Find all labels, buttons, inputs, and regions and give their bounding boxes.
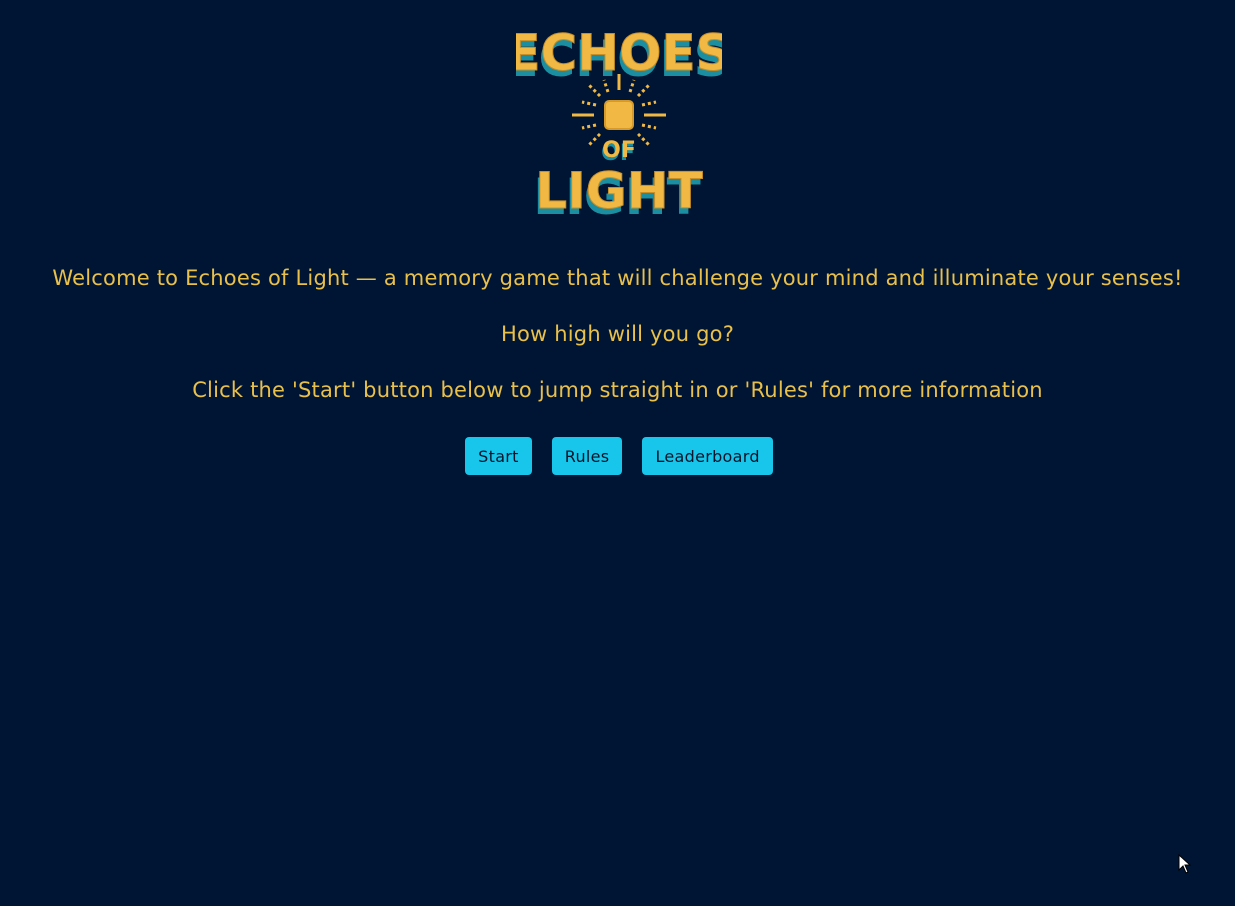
instruction-text: Click the 'Start' button below to jump s…	[192, 378, 1043, 402]
logo-of-text: OF	[602, 138, 636, 163]
leaderboard-button[interactable]: Leaderboard	[642, 437, 773, 475]
game-logo: ECHOES ECHOES OF OF LIGHT LIGHT	[516, 12, 722, 223]
rules-button[interactable]: Rules	[551, 437, 623, 475]
logo-light-text: LIGHT	[535, 162, 702, 220]
button-row: Start Rules Leaderboard	[0, 437, 1235, 475]
question-text: How high will you go?	[500, 322, 735, 346]
start-button[interactable]: Start	[465, 437, 532, 475]
logo-echoes-text: ECHOES	[516, 24, 722, 82]
mouse-cursor-icon	[1178, 854, 1192, 874]
welcome-text: Welcome to Echoes of Light — a memory ga…	[52, 266, 1183, 290]
sun-core-icon	[604, 100, 634, 130]
